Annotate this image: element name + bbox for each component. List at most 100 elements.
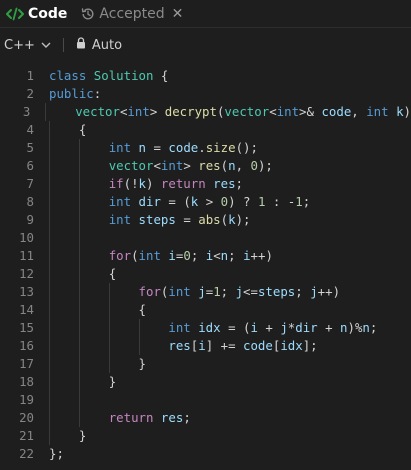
code-token: i: [250, 320, 258, 335]
tab-code[interactable]: Code: [6, 0, 81, 27]
indent-guide: [49, 247, 50, 265]
code-line[interactable]: 16 res[i] += code[idx];: [0, 337, 411, 355]
code-line[interactable]: 4 {: [0, 121, 411, 139]
code-token: int: [276, 104, 300, 119]
line-number: 22: [19, 446, 34, 461]
indent-guide: [138, 319, 140, 337]
code-line[interactable]: 7 if(!k) return res;: [0, 175, 411, 193]
indent-guide: [49, 355, 50, 373]
code-line[interactable]: 11 for(int i=0; i<n; i++): [0, 247, 411, 265]
indent-guide: [49, 157, 50, 175]
code-line[interactable]: 22};: [0, 445, 411, 463]
close-icon[interactable]: ✕: [172, 6, 184, 22]
indent-guide: [78, 229, 80, 247]
indent-guide: [78, 247, 80, 265]
code-token: ) ?: [228, 194, 258, 209]
code-token: (!: [123, 176, 139, 191]
code-token: n: [228, 158, 236, 173]
code-token: .: [198, 140, 206, 155]
code-token: public: [49, 86, 94, 101]
code-token: if: [108, 176, 124, 191]
code-token: steps: [138, 212, 176, 227]
code-line[interactable]: 15 int idx = (i + j*dir + n)%n;: [0, 319, 411, 337]
code-token: 1: [213, 284, 221, 299]
code-token: ): [146, 176, 161, 191]
auto-mode-toggle[interactable]: Auto: [76, 37, 122, 53]
code-line[interactable]: 20 return res;: [0, 409, 411, 427]
code-text: res[i] += code[idx];: [49, 337, 318, 355]
code-token: steps: [257, 284, 296, 299]
line-number: 4: [26, 122, 34, 137]
code-text: vector<int> decrypt(vector<int>& code, i…: [45, 103, 411, 121]
code-line[interactable]: 8 int dir = (k > 0) ? 1 : -1;: [0, 193, 411, 211]
code-token: }: [138, 356, 146, 371]
code-text: };: [49, 445, 64, 463]
code-line[interactable]: 19: [0, 391, 411, 409]
code-token: )%: [347, 320, 363, 335]
line-number: 18: [19, 374, 34, 389]
code-token: vector: [75, 104, 120, 119]
code-line[interactable]: 18 }: [0, 373, 411, 391]
code-token: <: [269, 104, 277, 119]
code-editor[interactable]: 1 class Solution {2 public: 3 vector<int> d…: [0, 67, 411, 463]
code-token: code: [243, 338, 273, 353]
line-number: 8: [26, 194, 34, 209]
code-token: >: [149, 104, 165, 119]
code-token: 1: [295, 194, 303, 209]
code-token: i: [198, 338, 206, 353]
code-line[interactable]: 3 vector<int> decrypt(vector<int>& code,…: [0, 103, 411, 121]
code-line[interactable]: 10: [0, 229, 411, 247]
code-line[interactable]: 1 class Solution {: [0, 67, 411, 85]
code-token: +: [257, 320, 281, 335]
tab-accepted[interactable]: Accepted ✕: [81, 0, 183, 27]
code-token: (: [220, 212, 229, 227]
code-line[interactable]: 2 public:: [0, 85, 411, 103]
indent-guide: [49, 337, 50, 355]
indent-guide: [78, 139, 80, 157]
indent-guide: [108, 337, 110, 355]
code-token: res: [160, 410, 184, 425]
code-token: {: [153, 68, 169, 83]
code-token: }: [108, 374, 117, 389]
line-number: 2: [26, 86, 34, 101]
code-token: (: [131, 248, 139, 263]
indent-guide: [49, 319, 50, 337]
code-token: j: [235, 284, 244, 299]
history-icon: [81, 7, 95, 21]
code-line[interactable]: 14 {: [0, 301, 411, 319]
code-token: : -: [265, 194, 296, 209]
code-token: ;: [183, 410, 191, 425]
indent-guide: [78, 301, 80, 319]
code-token: ;: [220, 284, 236, 299]
lock-icon: [76, 37, 86, 53]
code-token: for: [108, 248, 132, 263]
code-token: 0: [250, 158, 258, 173]
line-number: 3: [22, 104, 31, 119]
code-line[interactable]: 6 vector<int> res(n, 0);: [0, 157, 411, 175]
code-line[interactable]: 21 }: [0, 427, 411, 445]
indent-guide: [78, 355, 80, 373]
code-token: ;: [235, 176, 244, 191]
code-line[interactable]: 17 }: [0, 355, 411, 373]
code-line[interactable]: 5 int n = code.size();: [0, 139, 411, 157]
code-token: (: [220, 158, 229, 173]
code-token: vector: [108, 158, 154, 173]
code-token: k: [396, 104, 404, 119]
code-token: k: [138, 176, 146, 191]
code-token: =: [175, 212, 199, 227]
line-number: 9: [26, 212, 34, 227]
code-token: ];: [302, 338, 318, 353]
indent-guide: [49, 265, 50, 283]
tab-code-label: Code: [28, 5, 68, 22]
indent-guide: [78, 265, 80, 283]
code-token: int: [108, 194, 132, 209]
indent-guide: [78, 157, 80, 175]
code-line[interactable]: 13 for(int j=1; j<=steps; j++): [0, 283, 411, 301]
indent-guide: [49, 139, 50, 157]
indent-guide: [78, 283, 80, 301]
code-text: class Solution {: [49, 67, 168, 85]
code-text: int steps = abs(k);: [49, 211, 251, 229]
code-line[interactable]: 12 {: [0, 265, 411, 283]
language-select[interactable]: C++: [4, 38, 51, 53]
code-line[interactable]: 9 int steps = abs(k);: [0, 211, 411, 229]
